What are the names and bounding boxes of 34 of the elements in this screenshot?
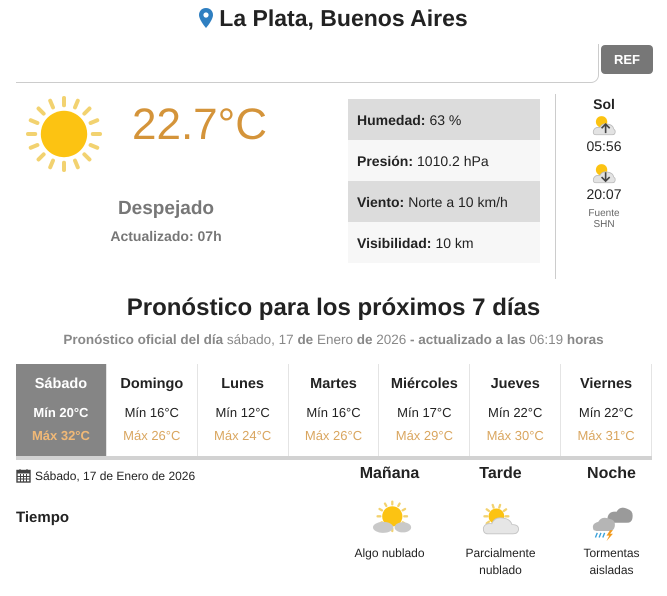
day-tab[interactable]: Domingo Mín 16°C Máx 26°C [106,364,198,456]
detail-row: Visibilidad: 10 km [348,222,540,263]
forecast-subtitle: Pronóstico oficial del día sábado, 17 de Enero de 2026 - actualizado a las 06:19 horas [62,332,605,347]
sun-title: Sol [593,96,615,112]
detail-row: Viento: Norte a 10 km/h [348,181,540,222]
period-condition: Tormentas aisladas [582,545,641,579]
sunset-time: 20:07 [586,186,622,202]
period-condition: Algo nublado [353,545,426,562]
day-tab[interactable]: Miércoles Mín 17°C Máx 29°C [379,364,470,456]
period-title: Mañana [360,465,420,483]
condition-text: Despejado [116,198,216,220]
detail-row: Humedad: 63 % [348,99,540,140]
period-title: Tarde [479,465,522,483]
source-name: SHN [593,219,615,230]
calendar-icon [16,468,31,483]
day-tab[interactable]: Martes Mín 16°C Máx 26°C [288,364,380,456]
day-tab[interactable]: Sábado Mín 20°C Máx 32°C [16,364,107,456]
date-text: Sábado, 17 de Enero de 2026 [35,468,196,482]
period-condition: Parcialmente nublado [464,545,537,579]
location-title: La Plata, Buenos Aires [219,4,468,32]
period-title: Noche [587,465,636,483]
forecast-title: Pronóstico para los próximos 7 días [126,294,542,322]
sun-icon [24,94,104,174]
day-tab[interactable]: Jueves Mín 22°C Máx 30°C [470,364,562,456]
source-label: Fuente [588,208,620,219]
updated-text: Actualizado: 07h [109,228,223,244]
row-label: Tiempo [16,509,70,526]
location-pin-icon [199,8,214,28]
detail-row: Presión: 1010.2 hPa [348,140,540,181]
temperature: 22.7°C [132,100,268,150]
ref-button[interactable]: REF [601,45,653,74]
sunrise-time: 05:56 [586,138,622,154]
day-tab[interactable]: Viernes Mín 22°C Máx 31°C [561,364,652,456]
day-tab[interactable]: Lunes Mín 12°C Máx 24°C [198,364,289,456]
